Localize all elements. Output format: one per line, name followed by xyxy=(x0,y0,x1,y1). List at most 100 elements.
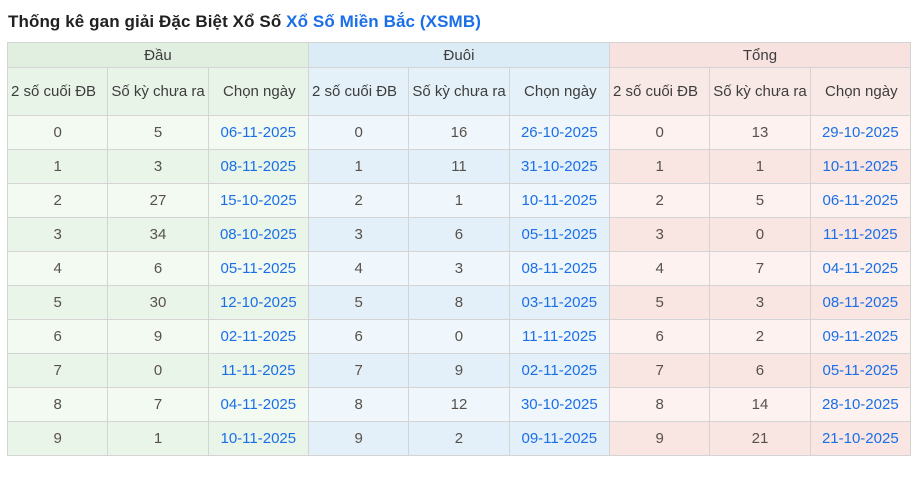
cell-tong-gan-count: 7 xyxy=(709,251,811,286)
cell-duoi-last2: 3 xyxy=(307,217,410,252)
cell-dau-date-link[interactable]: 15-10-2025 xyxy=(220,192,297,209)
table-row: 7 0 11-11-2025 7 9 02-11-2025 7 6 05-11-2025 xyxy=(6,353,912,388)
cell-tong-gan-count: 5 xyxy=(709,183,811,218)
cell-dau-date-link[interactable]: 08-11-2025 xyxy=(221,158,297,175)
cell-dau-gan-count: 30 xyxy=(107,285,209,320)
cell-duoi-date-link[interactable]: 30-10-2025 xyxy=(521,396,598,413)
cell-duoi-date-link[interactable]: 31-10-2025 xyxy=(521,158,598,175)
table-body: 0 5 06-11-2025 0 16 26-10-2025 0 13 29-10-2025 1 3… xyxy=(6,115,912,456)
cell-dau-date: 11-11-2025 xyxy=(207,353,309,388)
cell-duoi-gan-count: 16 xyxy=(408,115,510,150)
cell-dau-last2: 7 xyxy=(6,353,109,388)
cell-dau-gan-count: 6 xyxy=(107,251,209,286)
cell-tong-gan-count: 21 xyxy=(709,421,811,456)
cell-tong-date: 28-10-2025 xyxy=(809,387,912,422)
cell-duoi-last2: 4 xyxy=(307,251,410,286)
cell-duoi-date-link[interactable]: 02-11-2025 xyxy=(521,362,597,379)
cell-tong-date-link[interactable]: 06-11-2025 xyxy=(823,192,899,209)
cell-tong-date-link[interactable]: 28-10-2025 xyxy=(822,396,899,413)
cell-duoi-gan-count: 1 xyxy=(408,183,510,218)
cell-dau-last2: 0 xyxy=(6,115,109,150)
cell-tong-date-link[interactable]: 11-11-2025 xyxy=(823,226,898,243)
table-row: 1 3 08-11-2025 1 11 31-10-2025 1 1 10-11-2025 xyxy=(6,149,912,184)
cell-dau-date: 06-11-2025 xyxy=(207,115,309,150)
table-row: 0 5 06-11-2025 0 16 26-10-2025 0 13 29-10-2025 xyxy=(6,115,912,150)
cell-dau-date-link[interactable]: 04-11-2025 xyxy=(221,396,297,413)
cell-duoi-date-link[interactable]: 26-10-2025 xyxy=(521,124,598,141)
cell-dau-date-link[interactable]: 02-11-2025 xyxy=(221,328,297,345)
cell-dau-date: 10-11-2025 xyxy=(207,421,309,456)
cell-dau-date-link[interactable]: 10-11-2025 xyxy=(221,430,297,447)
cell-dau-date-link[interactable]: 08-10-2025 xyxy=(220,226,297,243)
cell-tong-gan-count: 14 xyxy=(709,387,811,422)
cell-dau-gan-count: 0 xyxy=(107,353,209,388)
col-header-dau-gan: Số kỳ chưa ra xyxy=(107,67,209,116)
cell-duoi-gan-count: 6 xyxy=(408,217,510,252)
cell-duoi-gan-count: 8 xyxy=(408,285,510,320)
cell-duoi-last2: 9 xyxy=(307,421,410,456)
cell-tong-date-link[interactable]: 21-10-2025 xyxy=(822,430,899,447)
cell-duoi-date: 30-10-2025 xyxy=(508,387,610,422)
cell-duoi-date-link[interactable]: 11-11-2025 xyxy=(522,328,597,345)
gan-statistics-table: Đầu Đuôi Tổng 2 số cuối ĐB Số kỳ chưa ra… xyxy=(6,42,912,456)
cell-tong-date-link[interactable]: 05-11-2025 xyxy=(823,362,899,379)
column-header-row: 2 số cuối ĐB Số kỳ chưa ra Chọn ngày 2 s… xyxy=(6,67,912,116)
cell-dau-gan-count: 1 xyxy=(107,421,209,456)
cell-duoi-date: 31-10-2025 xyxy=(508,149,610,184)
cell-dau-date-link[interactable]: 06-11-2025 xyxy=(221,124,297,141)
cell-duoi-date: 26-10-2025 xyxy=(508,115,610,150)
cell-duoi-date: 08-11-2025 xyxy=(508,251,610,286)
cell-tong-last2: 4 xyxy=(608,251,711,286)
cell-tong-last2: 3 xyxy=(608,217,711,252)
cell-tong-gan-count: 3 xyxy=(709,285,811,320)
table-row: 8 7 04-11-2025 8 12 30-10-2025 8 14 28-10-2025 xyxy=(6,387,912,422)
cell-duoi-date: 05-11-2025 xyxy=(508,217,610,252)
cell-duoi-date-link[interactable]: 03-11-2025 xyxy=(521,294,597,311)
cell-tong-last2: 0 xyxy=(608,115,711,150)
cell-dau-last2: 4 xyxy=(6,251,109,286)
table-row: 3 34 08-10-2025 3 6 05-11-2025 3 0 11-11-2025 xyxy=(6,217,912,252)
cell-dau-last2: 6 xyxy=(6,319,109,354)
col-header-duoi-date: Chọn ngày xyxy=(508,67,610,116)
cell-tong-last2: 8 xyxy=(608,387,711,422)
cell-tong-date-link[interactable]: 08-11-2025 xyxy=(823,294,899,311)
cell-duoi-gan-count: 12 xyxy=(408,387,510,422)
cell-duoi-date-link[interactable]: 05-11-2025 xyxy=(521,226,597,243)
cell-dau-date-link[interactable]: 12-10-2025 xyxy=(220,294,297,311)
page-title-link[interactable]: Xổ Số Miền Bắc (XSMB) xyxy=(286,12,481,31)
col-header-dau-date: Chọn ngày xyxy=(207,67,309,116)
cell-dau-gan-count: 9 xyxy=(107,319,209,354)
cell-tong-date-link[interactable]: 09-11-2025 xyxy=(823,328,899,345)
cell-dau-date-link[interactable]: 11-11-2025 xyxy=(221,362,296,379)
table-row: 4 6 05-11-2025 4 3 08-11-2025 4 7 04-11-2025 xyxy=(6,251,912,286)
cell-duoi-gan-count: 2 xyxy=(408,421,510,456)
cell-duoi-last2: 7 xyxy=(307,353,410,388)
page-title-text: Thống kê gan giải Đặc Biệt Xổ Số xyxy=(8,12,287,31)
cell-tong-date-link[interactable]: 04-11-2025 xyxy=(823,260,899,277)
cell-tong-last2: 1 xyxy=(608,149,711,184)
cell-duoi-last2: 5 xyxy=(307,285,410,320)
cell-tong-gan-count: 13 xyxy=(709,115,811,150)
cell-duoi-date-link[interactable]: 08-11-2025 xyxy=(521,260,597,277)
cell-dau-last2: 2 xyxy=(6,183,109,218)
cell-dau-last2: 1 xyxy=(6,149,109,184)
cell-duoi-date-link[interactable]: 10-11-2025 xyxy=(521,192,597,209)
cell-duoi-last2: 2 xyxy=(307,183,410,218)
cell-tong-date-link[interactable]: 10-11-2025 xyxy=(823,158,899,175)
cell-duoi-date-link[interactable]: 09-11-2025 xyxy=(521,430,597,447)
table-row: 2 27 15-10-2025 2 1 10-11-2025 2 5 06-11-2025 xyxy=(6,183,912,218)
cell-dau-date: 08-10-2025 xyxy=(207,217,309,252)
cell-tong-date-link[interactable]: 29-10-2025 xyxy=(822,124,899,141)
cell-duoi-date: 09-11-2025 xyxy=(508,421,610,456)
cell-dau-gan-count: 34 xyxy=(107,217,209,252)
cell-tong-date: 06-11-2025 xyxy=(809,183,912,218)
cell-tong-date: 11-11-2025 xyxy=(809,217,912,252)
group-header-duoi: Đuôi xyxy=(307,42,610,68)
cell-dau-date-link[interactable]: 05-11-2025 xyxy=(221,260,297,277)
cell-tong-date: 08-11-2025 xyxy=(809,285,912,320)
cell-duoi-last2: 6 xyxy=(307,319,410,354)
table-row: 5 30 12-10-2025 5 8 03-11-2025 5 3 08-11-2025 xyxy=(6,285,912,320)
page-title: Thống kê gan giải Đặc Biệt Xổ Số Xổ Số M… xyxy=(0,0,918,42)
cell-duoi-gan-count: 0 xyxy=(408,319,510,354)
cell-tong-last2: 6 xyxy=(608,319,711,354)
